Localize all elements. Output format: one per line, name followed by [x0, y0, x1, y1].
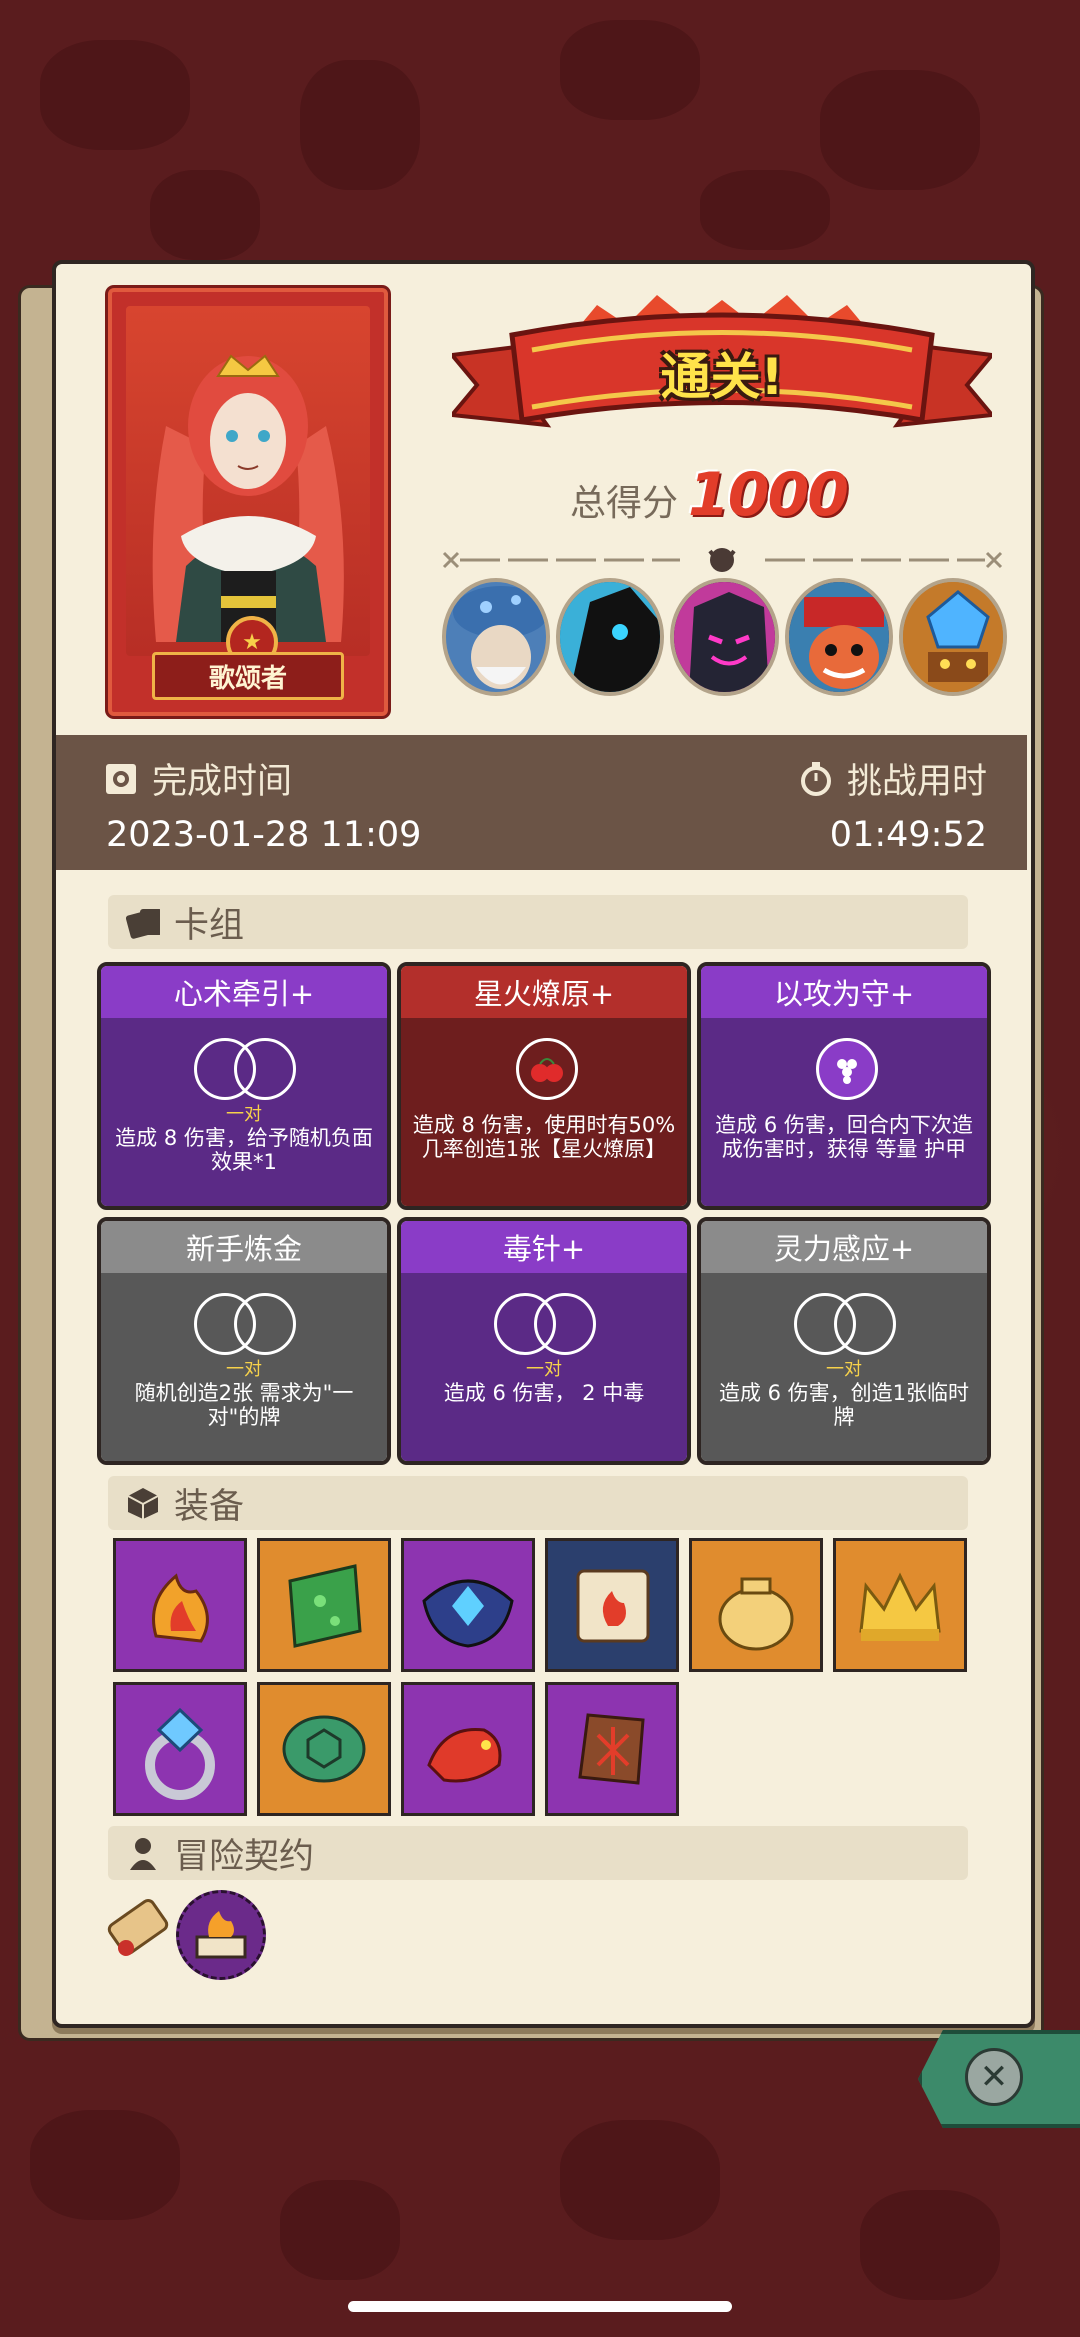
stopwatch-icon [799, 761, 833, 796]
contract-header: 冒险契约 [108, 1826, 968, 1880]
card-requirement: 一对 [226, 1104, 262, 1125]
complete-time-label-group: 完成时间 [104, 753, 292, 804]
deck-card-5[interactable]: 毒针+ 一对 造成 6 伤害， 2 中毒 [397, 1217, 691, 1465]
contract-title: 冒险契约 [174, 1836, 315, 1877]
boss-divider [440, 545, 1005, 575]
green-slab-icon[interactable] [257, 1538, 391, 1672]
clown-icon[interactable] [784, 578, 893, 696]
close-icon[interactable]: ✕ [965, 2048, 1023, 2106]
grape-icon [816, 1038, 878, 1100]
hero-card[interactable]: ★ 歌颂者 [108, 288, 388, 716]
card-requirement: 一对 [826, 1359, 862, 1380]
hero-name: 歌颂者 [152, 652, 344, 700]
cherry-icon [516, 1038, 578, 1100]
card-title: 灵力感应+ [701, 1221, 987, 1273]
complete-time-label: 完成时间 [152, 762, 293, 802]
total-score: 总得分 1000 [570, 460, 849, 530]
deck-header: 卡组 [108, 895, 968, 949]
score-label: 总得分 [570, 483, 679, 524]
card-title: 新手炼金 [101, 1221, 387, 1273]
pair-rings-icon [194, 1038, 296, 1100]
deck-card-1[interactable]: 心术牵引+ 一对 造成 8 伤害，给予随机负面效果*1 [97, 962, 391, 1210]
fire-scroll-icon[interactable] [545, 1538, 679, 1672]
dark-knight-icon[interactable] [670, 578, 779, 696]
cards-icon [126, 905, 160, 939]
card-description: 造成 8 伤害，使用时有50%几率创造1张【星火燎原】 [412, 1113, 676, 1161]
turtle-shell-icon[interactable] [257, 1682, 391, 1816]
crystal-golem-icon[interactable] [898, 578, 1008, 696]
shadow-beast-icon[interactable] [556, 578, 665, 696]
gold-crown-icon[interactable] [833, 1538, 967, 1672]
home-indicator[interactable] [348, 2301, 732, 2312]
diamond-ring-icon[interactable] [113, 1682, 247, 1816]
time-band: 完成时间 挑战用时 2023-01-28 11:09 01:49:52 [56, 735, 1027, 870]
card-description: 造成 6 伤害，回合内下次造成伤害时，获得 等量 护甲 [715, 1113, 973, 1161]
equipment-title: 装备 [174, 1486, 245, 1527]
person-icon [126, 1836, 160, 1870]
scroll-icon[interactable] [100, 1890, 180, 1970]
calendar-icon [104, 762, 138, 796]
deck-card-3[interactable]: 以攻为守+ 造成 6 伤害，回合内下次造成伤害时，获得 等量 护甲 [697, 962, 991, 1210]
victory-ribbon: 通关! [448, 295, 996, 465]
complete-time-value: 2023-01-28 11:09 [106, 815, 422, 855]
card-title: 心术牵引+ [101, 966, 387, 1018]
card-requirement: 一对 [526, 1359, 562, 1380]
victory-banner-text: 通关! [660, 348, 784, 406]
challenge-time-label: 挑战用时 [846, 762, 987, 802]
deck-card-6[interactable]: 灵力感应+ 一对 造成 6 伤害，创造1张临时牌 [697, 1217, 991, 1465]
coin-sack-icon[interactable] [689, 1538, 823, 1672]
card-description: 造成 6 伤害，创造1张临时牌 [718, 1381, 970, 1429]
deck-card-4[interactable]: 新手炼金 一对 随机创造2张 需求为"一对"的牌 [97, 1217, 391, 1465]
challenge-time-value: 01:49:52 [829, 815, 987, 855]
mushroom-sage-icon[interactable] [442, 578, 551, 696]
pair-rings-icon [194, 1293, 296, 1355]
card-title: 星火燎原+ [401, 966, 687, 1018]
score-value: 1000 [688, 460, 849, 530]
card-description: 造成 6 伤害， 2 中毒 [443, 1381, 645, 1405]
hero-portrait [126, 306, 370, 656]
pair-rings-icon [794, 1293, 896, 1355]
red-dragon-icon[interactable] [401, 1682, 535, 1816]
equipment-header: 装备 [108, 1476, 968, 1530]
cube-icon [126, 1486, 160, 1520]
fire-book-icon[interactable] [176, 1890, 266, 1980]
card-description: 随机创造2张 需求为"一对"的牌 [134, 1381, 354, 1429]
defeated-bosses [442, 578, 1008, 708]
pair-rings-icon [494, 1293, 596, 1355]
card-title: 以攻为守+ [701, 966, 987, 1018]
wood-rune-icon[interactable] [545, 1682, 679, 1816]
card-title: 毒针+ [401, 1221, 687, 1273]
card-requirement: 一对 [226, 1359, 262, 1380]
sapphire-crown-icon[interactable] [401, 1538, 535, 1672]
deck-title: 卡组 [174, 905, 245, 946]
deck-card-2[interactable]: 星火燎原+ 造成 8 伤害，使用时有50%几率创造1张【星火燎原】 [397, 962, 691, 1210]
flame-amulet-icon[interactable] [113, 1538, 247, 1672]
card-description: 造成 8 伤害，给予随机负面效果*1 [115, 1126, 373, 1174]
challenge-time-label-group: 挑战用时 [799, 753, 987, 804]
